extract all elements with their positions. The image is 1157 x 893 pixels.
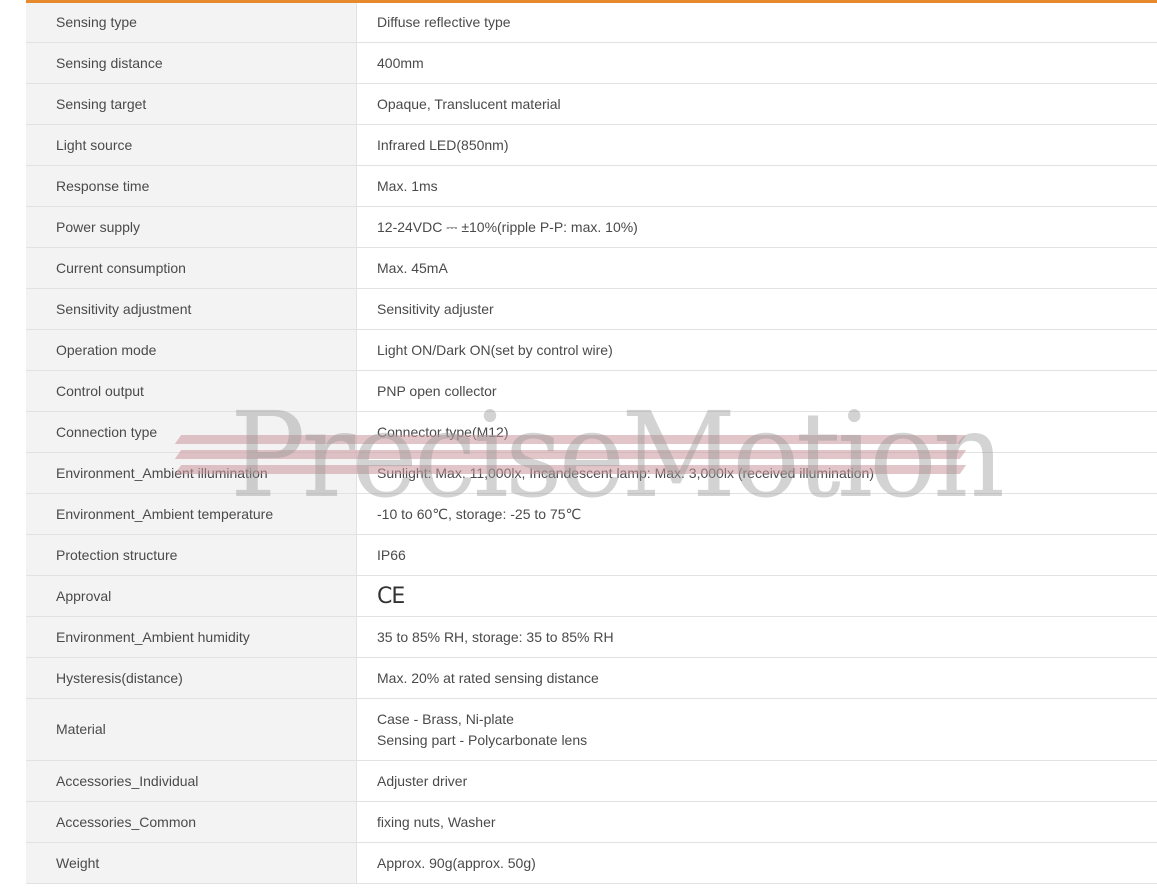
spec-value-line: 12-24VDC ⎓ ±10%(ripple P-P: max. 10%) <box>377 218 638 235</box>
spec-value-line: Adjuster driver <box>377 772 468 789</box>
spec-value-line: Max. 45mA <box>377 259 448 276</box>
spec-row: Approval CE <box>26 575 1157 617</box>
spec-row: Protection structure IP66 <box>26 534 1157 576</box>
spec-page: Sensing type Diffuse reflective type Sensi… <box>0 0 1157 893</box>
spec-row: Sensing distance 400mm <box>26 42 1157 84</box>
spec-row: Hysteresis(distance) Max. 20% at rated se… <box>26 657 1157 699</box>
spec-value: Adjuster driver <box>356 760 1157 802</box>
spec-label: Hysteresis(distance) <box>26 657 357 699</box>
spec-value-line: Opaque, Translucent material <box>377 95 561 112</box>
spec-row: Environment_Ambient humidity 35 to 85% RH… <box>26 616 1157 658</box>
spec-row: Material Case - Brass, Ni-plate Sensing pa… <box>26 698 1157 761</box>
spec-value: IP66 <box>356 534 1157 576</box>
spec-row: Light source Infrared LED(850nm) <box>26 124 1157 166</box>
spec-label: Sensing distance <box>26 42 357 84</box>
spec-label: Accessories_Common <box>26 801 357 843</box>
spec-label: Sensing target <box>26 83 357 125</box>
spec-row: Sensing target Opaque, Translucent materi… <box>26 83 1157 125</box>
spec-row: Response time Max. 1ms <box>26 165 1157 207</box>
spec-value: fixing nuts, Washer <box>356 801 1157 843</box>
spec-value-line: Sensitivity adjuster <box>377 300 494 317</box>
spec-label: Accessories_Individual <box>26 760 357 802</box>
spec-label: Sensitivity adjustment <box>26 288 357 330</box>
spec-label: Power supply <box>26 206 357 248</box>
spec-label: Light source <box>26 124 357 166</box>
spec-label: Response time <box>26 165 357 207</box>
spec-value: -10 to 60℃, storage: -25 to 75℃ <box>356 493 1157 535</box>
spec-value: Light ON/Dark ON(set by control wire) <box>356 329 1157 371</box>
spec-label: Material <box>26 698 357 761</box>
spec-row: Accessories_Common fixing nuts, Washer <box>26 801 1157 843</box>
spec-row: Weight Approx. 90g(approx. 50g) <box>26 842 1157 884</box>
specification-table-body: Sensing type Diffuse reflective type Sensi… <box>26 1 1157 884</box>
spec-value: Approx. 90g(approx. 50g) <box>356 842 1157 884</box>
spec-row: Connection type Connector type(M12) <box>26 411 1157 453</box>
spec-value-line: Light ON/Dark ON(set by control wire) <box>377 341 613 358</box>
spec-label: Environment_Ambient humidity <box>26 616 357 658</box>
spec-value: 400mm <box>356 42 1157 84</box>
spec-row: Power supply 12-24VDC ⎓ ±10%(ripple P-P: … <box>26 206 1157 248</box>
spec-label: Control output <box>26 370 357 412</box>
spec-label: Weight <box>26 842 357 884</box>
spec-row: Environment_Ambient temperature -10 to 60… <box>26 493 1157 535</box>
spec-value: PNP open collector <box>356 370 1157 412</box>
spec-value-line: 35 to 85% RH, storage: 35 to 85% RH <box>377 628 614 645</box>
spec-value: Infrared LED(850nm) <box>356 124 1157 166</box>
spec-value-line: Max. 20% at rated sensing distance <box>377 669 599 686</box>
spec-label: Protection structure <box>26 534 357 576</box>
spec-value: Case - Brass, Ni-plate Sensing part - Pol… <box>356 698 1157 761</box>
spec-value-line: Infrared LED(850nm) <box>377 136 509 153</box>
spec-row: Operation mode Light ON/Dark ON(set by co… <box>26 329 1157 371</box>
spec-label: Sensing type <box>26 1 357 43</box>
spec-value-line: Case - Brass, Ni-plate <box>377 710 514 727</box>
spec-value-line: Sensing part - Polycarbonate lens <box>377 731 588 748</box>
spec-value-line: fixing nuts, Washer <box>377 813 496 830</box>
spec-value-line: Approx. 90g(approx. 50g) <box>377 854 536 871</box>
spec-row: Environment_Ambient illumination Sunlight… <box>26 452 1157 494</box>
spec-value: 35 to 85% RH, storage: 35 to 85% RH <box>356 616 1157 658</box>
spec-row: Current consumption Max. 45mA <box>26 247 1157 289</box>
spec-value: 12-24VDC ⎓ ±10%(ripple P-P: max. 10%) <box>356 206 1157 248</box>
spec-label: Environment_Ambient illumination <box>26 452 357 494</box>
spec-row: Sensitivity adjustment Sensitivity adjust… <box>26 288 1157 330</box>
ce-mark-icon: CE <box>377 583 405 609</box>
spec-value: Max. 1ms <box>356 165 1157 207</box>
specification-table: Sensing type Diffuse reflective type Sensi… <box>26 0 1157 884</box>
spec-value: CE <box>356 575 1157 617</box>
spec-label: Approval <box>26 575 357 617</box>
spec-value-line: -10 to 60℃, storage: -25 to 75℃ <box>377 505 582 522</box>
spec-value: Opaque, Translucent material <box>356 83 1157 125</box>
spec-value-line: PNP open collector <box>377 382 497 399</box>
spec-value-line: IP66 <box>377 546 406 563</box>
spec-value-line: Max. 1ms <box>377 177 438 194</box>
spec-label: Connection type <box>26 411 357 453</box>
spec-row: Accessories_Individual Adjuster driver <box>26 760 1157 802</box>
spec-value: Sensitivity adjuster <box>356 288 1157 330</box>
spec-value: Max. 20% at rated sensing distance <box>356 657 1157 699</box>
spec-value: Sunlight: Max. 11,000lx, Incandescent la… <box>356 452 1157 494</box>
spec-value: Connector type(M12) <box>356 411 1157 453</box>
spec-label: Operation mode <box>26 329 357 371</box>
spec-row: Sensing type Diffuse reflective type <box>26 1 1157 43</box>
spec-value: Diffuse reflective type <box>356 1 1157 43</box>
spec-value-line: Connector type(M12) <box>377 423 509 440</box>
spec-value-line: Sunlight: Max. 11,000lx, Incandescent la… <box>377 464 874 481</box>
spec-value-line: 400mm <box>377 54 424 71</box>
spec-value-line: Diffuse reflective type <box>377 14 511 30</box>
spec-row: Control output PNP open collector <box>26 370 1157 412</box>
spec-value: Max. 45mA <box>356 247 1157 289</box>
spec-label: Current consumption <box>26 247 357 289</box>
spec-label: Environment_Ambient temperature <box>26 493 357 535</box>
